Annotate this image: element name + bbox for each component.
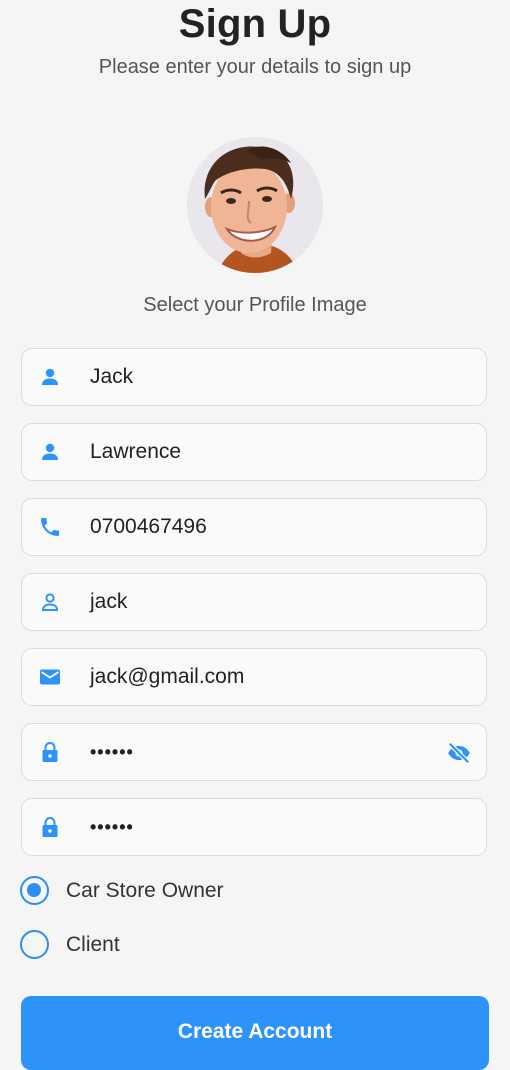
profile-image-caption: Select your Profile Image: [143, 294, 367, 316]
username-value: jack: [90, 590, 128, 613]
role-option-car-store-owner[interactable]: Car Store Owner: [20, 876, 320, 912]
username-field[interactable]: jack: [21, 573, 487, 631]
confirm-password-field[interactable]: ••••••: [21, 798, 487, 856]
confirm-password-value: ••••••: [90, 817, 134, 837]
role-option-label: Car Store Owner: [66, 879, 224, 902]
last-name-value: Lawrence: [90, 440, 182, 463]
phone-value: 0700467496: [90, 515, 207, 538]
first-name-value: Jack: [90, 365, 134, 388]
page-title: Sign Up: [178, 2, 332, 46]
page-subtitle: Please enter your details to sign up: [98, 56, 412, 78]
lock-icon: [42, 816, 58, 837]
avatar: [187, 137, 323, 273]
email-value: jack@gmail.com: [90, 665, 245, 688]
person-icon: [42, 443, 58, 460]
role-option-client[interactable]: Client: [20, 930, 320, 966]
person-icon: [42, 368, 58, 385]
password-field[interactable]: ••••••: [21, 723, 487, 781]
email-field[interactable]: jack@gmail.com: [21, 648, 487, 706]
phone-field[interactable]: 0700467496: [21, 498, 487, 556]
first-name-field[interactable]: Jack: [21, 348, 487, 406]
password-value: ••••••: [90, 742, 134, 762]
phone-icon: [41, 518, 59, 536]
eye-off-icon[interactable]: [446, 740, 472, 766]
profile-image-picker[interactable]: [187, 137, 323, 273]
radio-unselected[interactable]: [20, 930, 49, 959]
email-icon: [40, 669, 60, 685]
role-option-label: Client: [66, 933, 120, 956]
lock-icon: [42, 741, 58, 762]
create-account-button[interactable]: Create Account: [21, 996, 489, 1070]
radio-selected[interactable]: [20, 876, 49, 905]
last-name-field[interactable]: Lawrence: [21, 423, 487, 481]
person-outline-icon: [41, 593, 59, 611]
